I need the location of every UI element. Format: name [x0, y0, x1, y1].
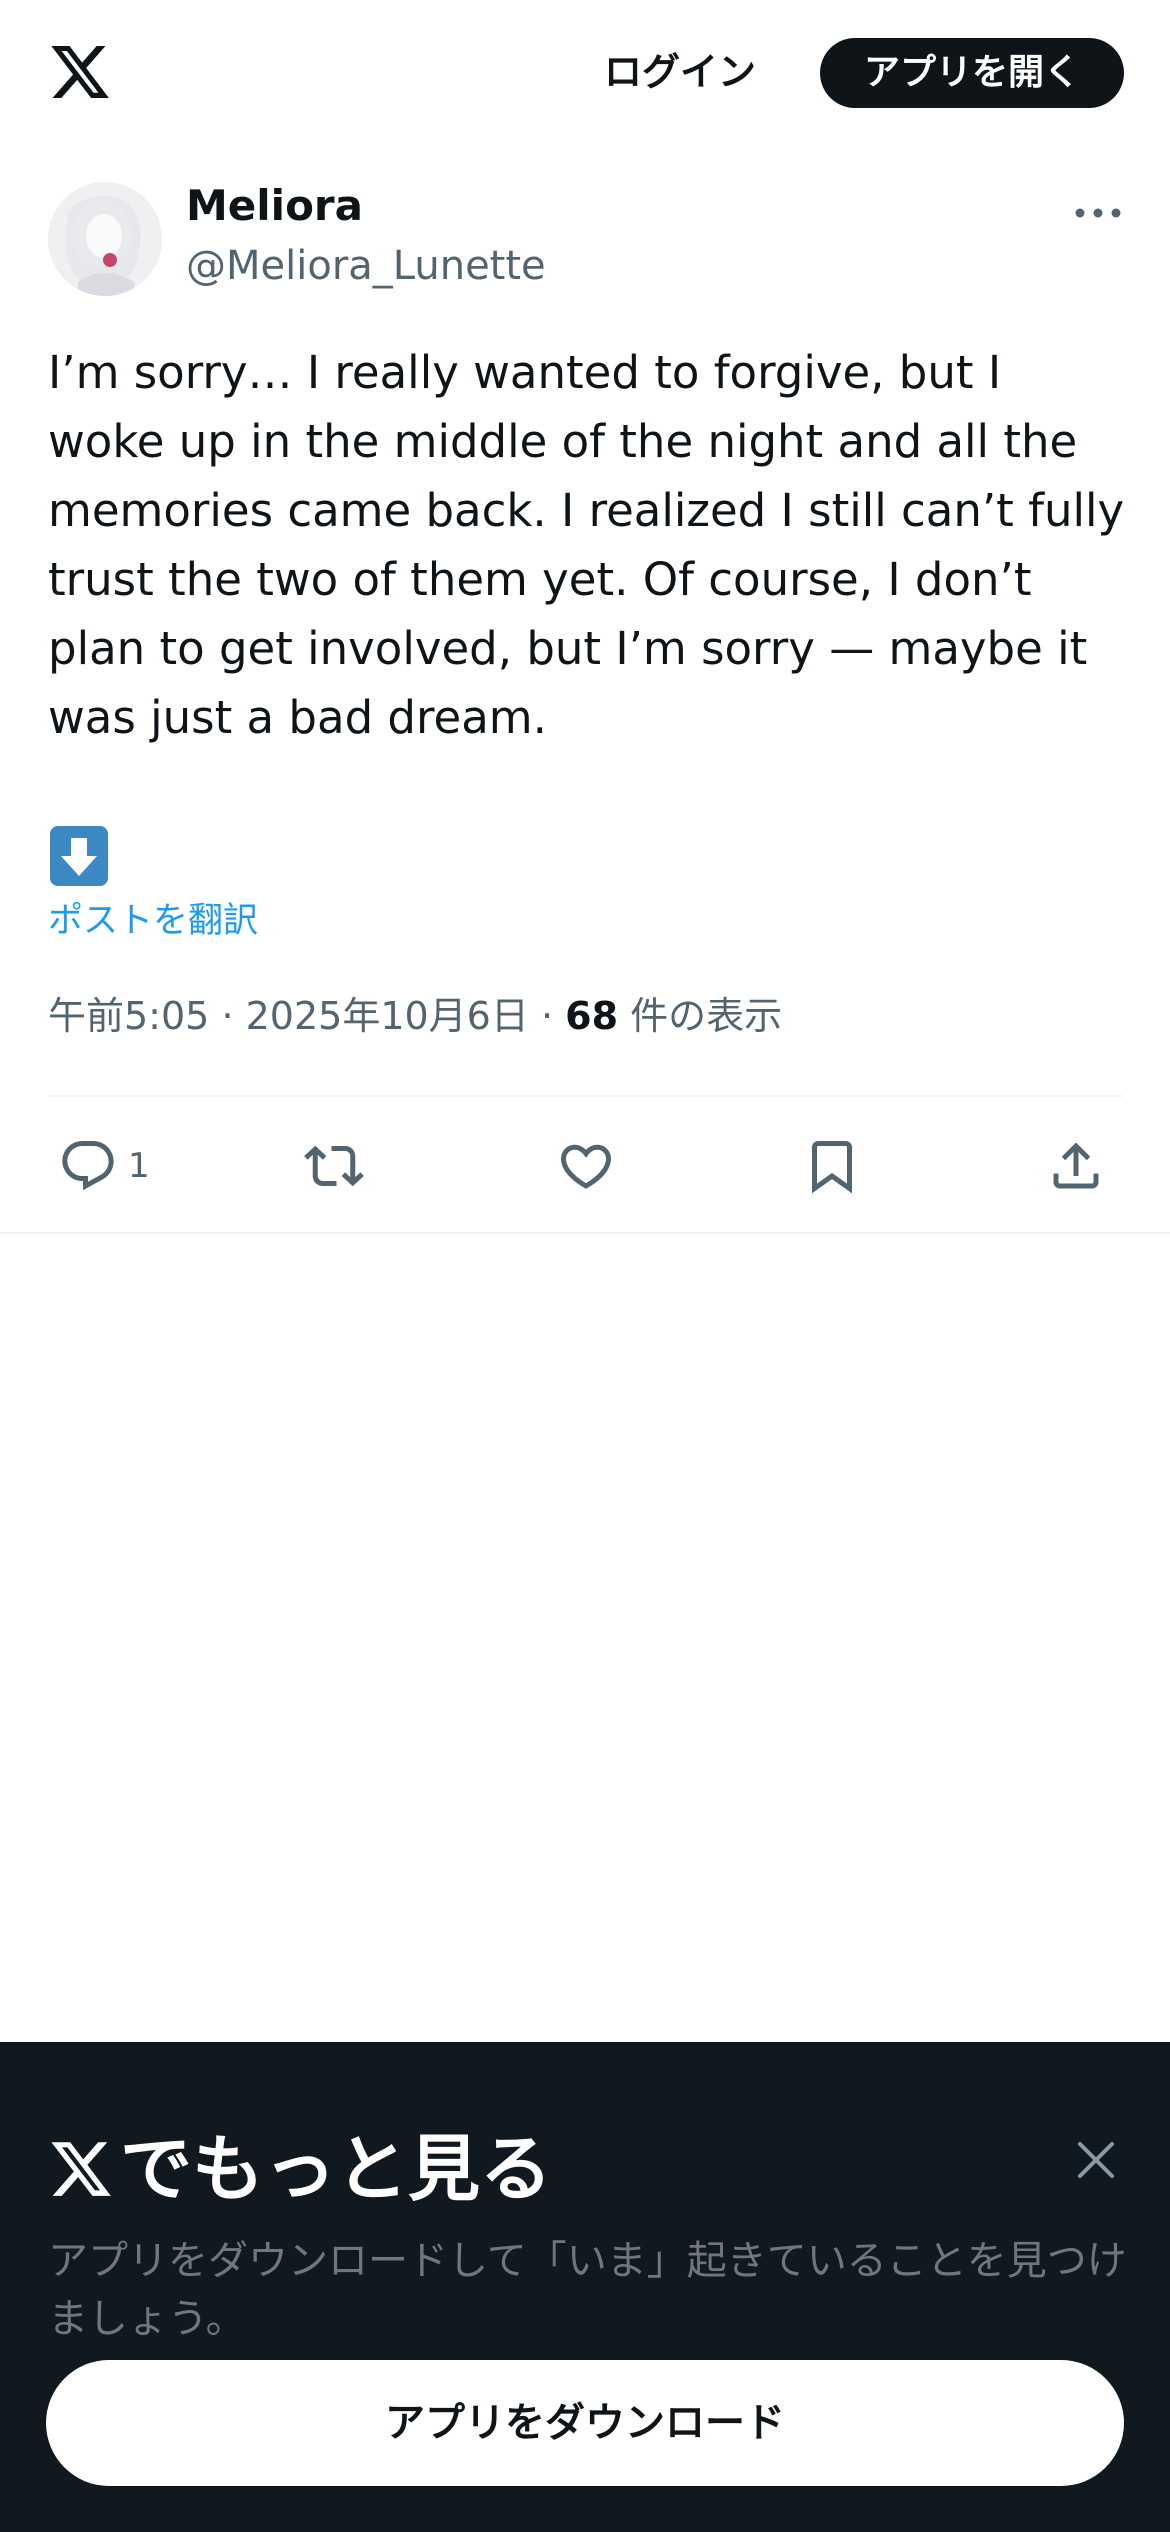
like-button[interactable] — [556, 1118, 616, 1214]
x-logo-icon[interactable] — [48, 40, 112, 104]
login-link[interactable]: ログイン — [590, 40, 770, 104]
top-bar: ログイン アプリを開く — [0, 0, 1170, 146]
open-app-button[interactable]: アプリを開く — [820, 38, 1124, 108]
more-options-icon[interactable] — [1070, 190, 1126, 236]
page: ログイン アプリを開く Meliora @Meliora_Lunette I’m… — [0, 0, 1170, 2532]
promo-title-text: でもっと見る — [120, 2127, 553, 2211]
bookmark-icon — [812, 1141, 852, 1194]
post-meta: 午前5:05 · 2025年10月6日 · 68 件の表示 — [48, 990, 782, 1042]
translate-post-link[interactable]: ポストを翻訳 — [48, 898, 258, 944]
views-label: 件の表示 — [630, 994, 783, 1038]
views-count: 68 — [565, 994, 619, 1038]
divider — [0, 1232, 1170, 1234]
author-name[interactable]: Meliora — [186, 180, 363, 232]
action-bar: 1 — [48, 1118, 1122, 1214]
retweet-icon — [304, 1145, 364, 1187]
author-handle[interactable]: @Meliora_Lunette — [186, 240, 546, 292]
meta-separator: · — [540, 994, 554, 1038]
download-app-button[interactable]: アプリをダウンロード — [46, 2360, 1124, 2486]
bookmark-button[interactable] — [802, 1118, 862, 1214]
reply-icon — [62, 1141, 114, 1191]
post-time[interactable]: 午前5:05 — [48, 994, 209, 1038]
close-icon[interactable] — [1070, 2134, 1122, 2186]
like-icon — [560, 1144, 612, 1189]
post-date[interactable]: 2025年10月6日 — [246, 994, 529, 1038]
divider — [48, 1095, 1122, 1097]
down-arrow-emoji — [50, 826, 108, 886]
avatar-image — [48, 182, 162, 296]
share-button[interactable] — [1046, 1118, 1106, 1214]
retweet-button[interactable] — [304, 1118, 364, 1214]
meta-separator: · — [221, 994, 234, 1038]
avatar[interactable] — [48, 182, 162, 296]
share-icon — [1053, 1142, 1099, 1189]
reply-count: 1 — [128, 1146, 150, 1186]
app-promo-sheet: でもっと見る アプリをダウンロードして「いま」起きていることを見つけましょう。 … — [0, 2042, 1170, 2532]
promo-title: でもっと見る — [48, 2124, 552, 2214]
post-text: I’m sorry… I really wanted to forgive, b… — [48, 346, 1125, 744]
reply-button[interactable]: 1 — [58, 1118, 150, 1214]
promo-description: アプリをダウンロードして「いま」起きていることを見つけましょう。 — [48, 2238, 1127, 2342]
x-logo-icon — [51, 2142, 111, 2196]
